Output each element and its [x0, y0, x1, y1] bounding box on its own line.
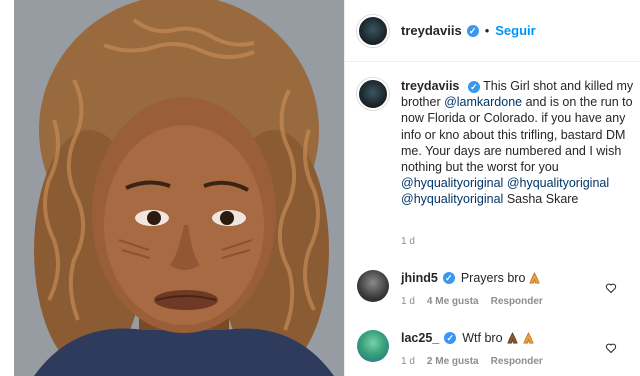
comment-text: Prayers bro — [460, 271, 526, 285]
commenter-avatar[interactable] — [357, 270, 389, 302]
mention-link[interactable]: @hyqualityoriginal — [401, 176, 503, 190]
reply-button[interactable]: Responder — [491, 296, 543, 307]
commenter-avatar[interactable] — [357, 330, 389, 362]
comment-timestamp: 1 d — [401, 356, 415, 367]
mention-link[interactable]: @lamkardone — [444, 95, 522, 109]
verified-icon: ✓ — [467, 81, 480, 93]
comment-body: jhind5 ✓ Prayers bro 1 d 4 Me gusta Resp… — [401, 270, 543, 307]
caption-username[interactable]: treydaviis — [401, 79, 459, 93]
comment-line: jhind5 ✓ Prayers bro — [401, 270, 543, 286]
separator-dot: • — [484, 23, 490, 38]
folded-hands-icon — [522, 331, 534, 344]
verified-icon: ✓ — [442, 272, 455, 284]
comment-item: lac25_ ✓ Wtf bro 1 d 2 Me gusta Responde… — [357, 330, 640, 367]
author-username[interactable]: treydaviis — [401, 23, 462, 38]
comment-line: lac25_ ✓ Wtf bro — [401, 330, 543, 346]
mention-link[interactable]: @hyqualityoriginal — [507, 176, 609, 190]
comment-timestamp: 1 d — [401, 296, 415, 307]
post-caption: treydaviis ✓ This Girl shot and killed m… — [357, 78, 635, 208]
comment-likes[interactable]: 4 Me gusta — [427, 296, 479, 307]
reply-button[interactable]: Responder — [491, 356, 543, 367]
verified-icon: ✓ — [466, 24, 479, 37]
comment-text: Wtf bro — [462, 331, 503, 345]
comment-likes[interactable]: 2 Me gusta — [427, 356, 479, 367]
post-header: treydaviis ✓ • Seguir — [345, 0, 640, 62]
verified-icon: ✓ — [444, 332, 457, 344]
follow-button[interactable]: Seguir — [495, 23, 535, 38]
caption-avatar[interactable] — [357, 78, 389, 110]
commenter-username[interactable]: jhind5 — [401, 270, 438, 286]
caption-part-3: Sasha Skare — [506, 192, 579, 207]
comment-item: jhind5 ✓ Prayers bro 1 d 4 Me gusta Resp… — [357, 270, 640, 307]
heart-icon[interactable] — [605, 282, 617, 294]
comment-meta: 1 d 4 Me gusta Responder — [401, 296, 543, 307]
commenter-username[interactable]: lac25_ — [401, 330, 439, 346]
mention-link[interactable]: @hyqualityoriginal — [401, 192, 503, 206]
comment-meta: 1 d 2 Me gusta Responder — [401, 356, 543, 367]
caption-timestamp: 1 d — [401, 236, 415, 247]
folded-hands-icon — [506, 331, 518, 344]
folded-hands-icon — [529, 271, 541, 284]
caption-text: treydaviis ✓ This Girl shot and killed m… — [401, 78, 635, 208]
heart-icon[interactable] — [605, 342, 617, 354]
comment-body: lac25_ ✓ Wtf bro 1 d 2 Me gusta Responde… — [401, 330, 543, 367]
post-photo — [14, 0, 344, 376]
post-side-panel: treydaviis ✓ • Seguir treydaviis ✓ This … — [344, 0, 640, 376]
portrait-image — [14, 0, 344, 376]
author-avatar[interactable] — [357, 14, 389, 47]
